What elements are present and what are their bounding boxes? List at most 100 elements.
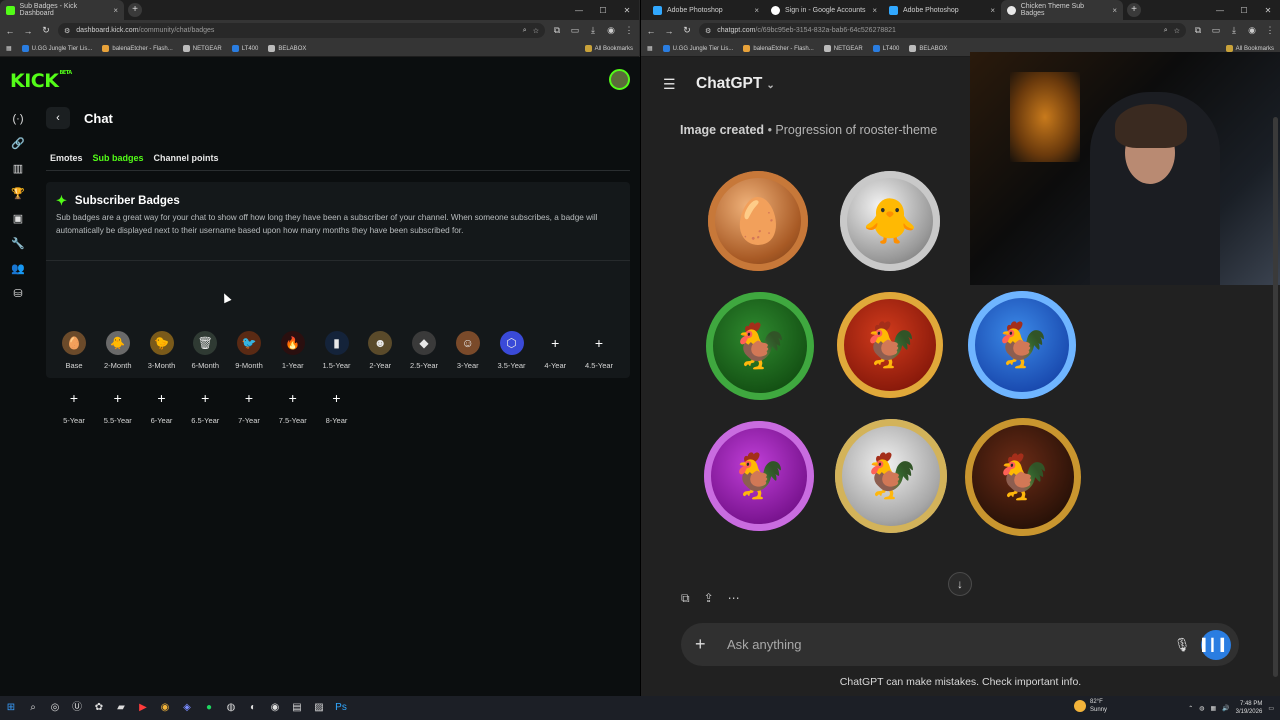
forward-icon[interactable]: → [663,26,675,36]
tab-emotes[interactable]: Emotes [50,153,83,169]
badge-slot[interactable]: 🐥 2-Month [96,331,140,370]
stream-icon[interactable]: (·) [0,107,36,132]
address-bar[interactable]: ⚙ chatgpt.com/c/69bc95eb-3154-832a-bab6-… [699,23,1186,38]
star-icon[interactable]: ☆ [1174,27,1180,35]
model-selector[interactable]: ChatGPT ⌄ [696,75,775,93]
edge-icon[interactable]: ◎ [44,696,66,720]
green-rooster-medal[interactable]: 🐓 [706,292,814,400]
voice-mode-button[interactable]: ▍▎▍ [1201,629,1231,660]
close-tab-icon[interactable]: × [113,6,118,15]
youtube-icon[interactable]: ▶ [132,696,154,720]
minimize-icon[interactable]: — [1208,6,1232,15]
badge-slot[interactable]: 🐦 9-Month [227,331,271,370]
tab-google-signin[interactable]: Sign in - Google Accounts × [765,0,883,20]
site-info-icon[interactable]: ⚙ [64,27,70,35]
new-tab-button[interactable]: + [1127,3,1141,17]
bookmark-item[interactable]: LT400 [872,45,899,52]
windows-start-icon[interactable]: ⊞ [0,696,22,720]
close-tab-icon[interactable]: × [990,6,995,15]
reload-icon[interactable]: ↻ [40,25,52,36]
bookmark-item[interactable]: NETGEAR [823,45,863,52]
attach-icon[interactable]: + [695,634,715,655]
chrome-icon[interactable]: ◉ [154,696,176,720]
badge-slot[interactable]: ☻ 2-Year [358,331,402,370]
trophy-icon[interactable]: 🏆 [0,182,36,207]
badge-slot[interactable]: +6-Year [140,386,184,425]
menu-icon[interactable]: ⋮ [1264,25,1276,36]
egg-medal[interactable]: 🥚 [708,171,808,271]
bookmark-item[interactable]: BELABOX [268,45,306,52]
tab-photoshop-1[interactable]: Adobe Photoshop × [647,0,765,20]
community-icon[interactable]: 👥 [0,257,36,282]
chick-medal[interactable]: 🐥 [840,171,940,271]
scrollbar[interactable] [1273,117,1278,677]
notification-icon[interactable]: ▭ [1268,705,1274,712]
red-rooster-medal[interactable]: 🐓 [837,292,943,398]
close-tab-icon[interactable]: × [754,6,759,15]
app-icon[interactable]: ✿ [88,696,110,720]
badge-slot[interactable]: ☺ 3-Year [446,331,490,370]
close-window-icon[interactable]: ✕ [615,6,639,15]
minimize-icon[interactable]: — [567,6,591,15]
spotify-icon[interactable]: ● [198,696,220,720]
tab-channel-points[interactable]: Channel points [154,153,219,169]
maximize-icon[interactable]: ☐ [591,6,615,15]
badge-slot[interactable]: +6.5-Year [183,386,227,425]
download-icon[interactable]: ⤓ [587,25,599,36]
menu-icon[interactable]: ⋮ [623,25,635,36]
photoshop-icon[interactable]: Ps [330,696,352,720]
badge-slot[interactable]: +7-Year [227,386,271,425]
badge-slot[interactable]: ⬡ 3.5-Year [490,331,534,370]
badge-slot[interactable]: 🔥 1-Year [271,331,315,370]
file-explorer-icon[interactable]: ▰ [110,696,132,720]
silver-rooster-medal[interactable]: 🐓 [835,419,947,533]
wrench-icon[interactable]: 🔧 [0,232,36,257]
badge-slot[interactable]: +7.5-Year [271,386,315,425]
analytics-icon[interactable]: ▥ [0,157,36,182]
prompt-input[interactable] [727,637,1169,652]
share-icon[interactable]: ⇪ [704,591,714,606]
photos-icon[interactable]: ▨ [308,696,330,720]
badge-slot[interactable]: +4-Year [533,331,577,370]
back-icon[interactable]: ← [645,26,657,36]
extensions-icon[interactable]: ⧉ [551,25,563,36]
maximize-icon[interactable]: ☐ [1232,6,1256,15]
back-button[interactable]: ‹ [46,107,70,129]
network-icon[interactable]: ▦ [1210,705,1216,712]
discord-icon[interactable]: ◈ [176,696,198,720]
app-icon[interactable]: ◍ [220,696,242,720]
unreal-icon[interactable]: Ⓤ [66,696,88,720]
profile-icon[interactable]: ◉ [1246,25,1258,36]
bookmark-item[interactable]: U.GG Jungle Tier Lis... [21,45,92,52]
badge-slot[interactable]: 🥚 Base [52,331,96,370]
site-info-icon[interactable]: ⚙ [705,27,711,35]
close-tab-icon[interactable]: × [1112,6,1117,15]
purple-rooster-medal[interactable]: 🐓 [704,421,814,531]
tab-chicken-badges[interactable]: Chicken Theme Sub Badges × [1001,0,1123,20]
badge-slot[interactable]: +5-Year [52,386,96,425]
search-icon[interactable]: ⌕ [22,696,44,720]
more-icon[interactable]: ⋯ [728,591,740,606]
back-icon[interactable]: ← [4,26,16,36]
badge-slot[interactable]: +5.5-Year [96,386,140,425]
copy-icon[interactable]: ⧉ [681,591,690,606]
badge-slot[interactable]: 🐤 3-Month [140,331,184,370]
microphone-icon[interactable]: 🎙 [1169,637,1195,653]
apps-icon[interactable]: ▦ [6,45,12,52]
dark-rooster-medal[interactable]: 🐓 [965,418,1081,536]
link-icon[interactable]: 🔗 [0,132,36,157]
zoom-icon[interactable]: ⌕ [523,27,527,35]
address-bar[interactable]: ⚙ dashboard.kick.com/community/chat/badg… [58,23,545,38]
badge-slot[interactable]: 🗑 6-Month [183,331,227,370]
video-icon[interactable]: ▣ [0,207,36,232]
all-bookmarks[interactable]: All Bookmarks [1225,45,1274,52]
scroll-down-button[interactable]: ↓ [948,572,972,596]
zoom-icon[interactable]: ⌕ [1164,27,1168,35]
app-icon[interactable]: ▤ [286,696,308,720]
badge-slot[interactable]: +8-Year [315,386,359,425]
close-tab-icon[interactable]: × [872,6,877,15]
app-icon[interactable]: ◐ [242,696,264,720]
clock[interactable]: 7:48 PM 3/19/2026 [1236,700,1263,716]
download-icon[interactable]: ⤓ [1228,25,1240,36]
volume-icon[interactable]: 🔊 [1222,705,1229,712]
